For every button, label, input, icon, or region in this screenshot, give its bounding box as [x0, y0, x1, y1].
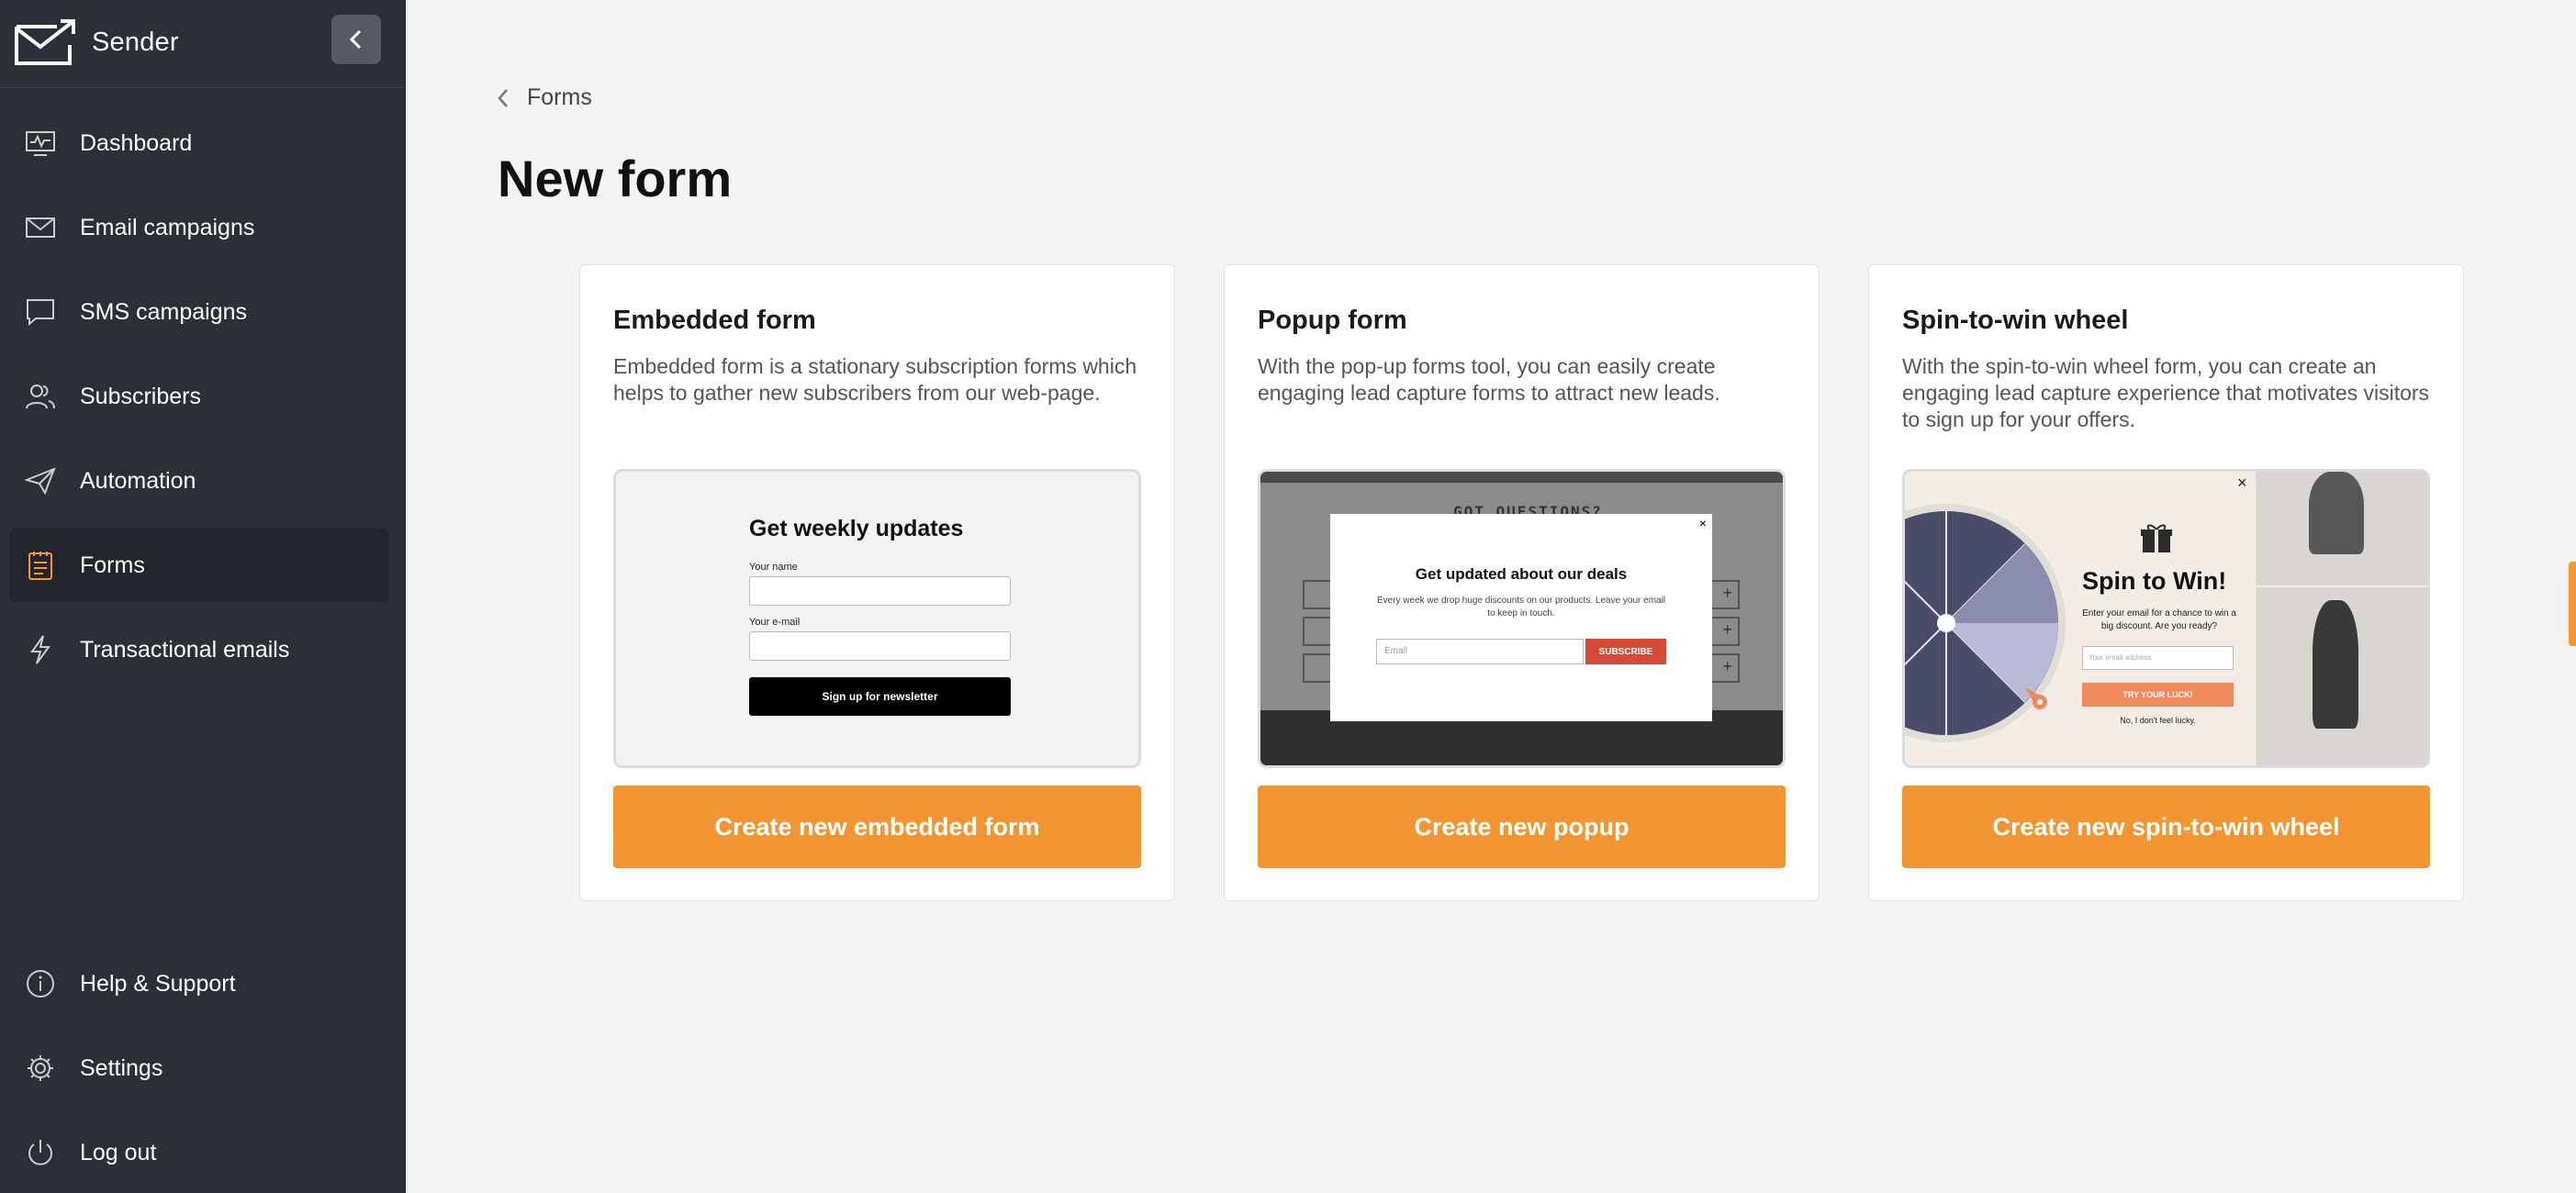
sidebar-item-label: Forms [80, 552, 145, 578]
chat-icon [24, 295, 57, 329]
popup-form-card: Popup form With the pop-up forms tool, y… [1224, 264, 1820, 901]
sidebar-item-label: Dashboard [80, 129, 193, 156]
lightning-icon [24, 633, 57, 666]
preview-subscribe-button: SUBSCRIBE [1585, 639, 1666, 664]
embedded-form-preview: Get weekly updates Your name Your e-mail… [613, 469, 1141, 768]
preview-email-label: Your e-mail [749, 617, 801, 628]
sidebar-item-automation[interactable]: Automation [9, 444, 389, 518]
brand-name: Sender [92, 27, 179, 57]
preview-email-input: Your email address [2082, 646, 2234, 670]
close-icon: × [1698, 516, 1707, 530]
preview-decline-link: No, I don't feel lucky. [2120, 716, 2196, 725]
embedded-form-card: Embedded form Embedded form is a station… [579, 264, 1175, 901]
card-title: Embedded form [613, 306, 816, 335]
preview-background-header [1260, 472, 1783, 483]
preview-popup-modal: × Get updated about our deals Every week… [1330, 514, 1712, 721]
grid-divider [2254, 472, 2256, 765]
card-title: Spin-to-win wheel [1902, 306, 2129, 335]
sidebar-item-help-support[interactable]: Help & Support [9, 947, 389, 1020]
page-title: New form [498, 150, 733, 207]
preview-name-label: Your name [749, 562, 798, 573]
feedback-tab[interactable] [2569, 562, 2576, 646]
spin-to-win-card: Spin-to-win wheel With the spin-to-win w… [1868, 264, 2464, 901]
sidebar-item-label: SMS campaigns [80, 298, 248, 325]
preview-text: Every week we drop huge discounts on our… [1376, 596, 1666, 619]
create-embedded-form-button[interactable]: Create new embedded form [613, 786, 1141, 868]
info-icon [24, 967, 57, 1000]
users-icon [24, 380, 57, 413]
chevron-left-icon [498, 88, 508, 107]
preview-heading: Get updated about our deals [1415, 565, 1628, 583]
sidebar-item-label: Help & Support [80, 970, 236, 997]
card-description: Embedded form is a stationary subscripti… [613, 354, 1137, 405]
preview-email-input: Email [1376, 639, 1584, 664]
preview-heading: Spin to Win! [2082, 567, 2227, 595]
product-image [2313, 600, 2358, 729]
paper-plane-icon [24, 464, 57, 497]
sidebar-item-label: Log out [80, 1139, 157, 1165]
grid-divider [2254, 585, 2427, 587]
sidebar-item-label: Settings [80, 1054, 163, 1081]
spin-to-win-preview: × Spin to Win! Enter your email for a ch… [1902, 469, 2430, 768]
create-spin-to-win-button[interactable]: Create new spin-to-win wheel [1902, 786, 2430, 868]
product-image [2309, 472, 2364, 554]
sidebar-item-transactional-emails[interactable]: Transactional emails [9, 613, 389, 686]
envelope-icon [24, 211, 57, 244]
card-description: With the pop-up forms tool, you can easi… [1258, 354, 1720, 405]
breadcrumb[interactable]: Forms [496, 84, 592, 111]
close-icon: × [2237, 474, 2247, 492]
brand[interactable]: Sender [13, 15, 179, 70]
preview-text: Enter your email for a chance to win a b… [2082, 608, 2236, 631]
sidebar-item-log-out[interactable]: Log out [9, 1116, 389, 1189]
card-description: With the spin-to-win wheel form, you can… [1902, 354, 2430, 431]
collapse-sidebar-button[interactable] [331, 15, 381, 64]
gift-icon [2141, 524, 2172, 552]
sender-logo-icon [15, 19, 75, 65]
sidebar-item-label: Transactional emails [80, 636, 290, 663]
sidebar-item-email-campaigns[interactable]: Email campaigns [9, 191, 389, 264]
dashboard-icon [24, 127, 57, 160]
sidebar: Sender Dashboard Email campaigns SMS cam… [0, 0, 406, 1193]
preview-name-input [749, 576, 1011, 606]
sidebar-divider [0, 87, 406, 88]
sidebar-item-settings[interactable]: Settings [9, 1031, 389, 1105]
power-icon [24, 1136, 57, 1169]
sidebar-item-sms-campaigns[interactable]: SMS campaigns [9, 275, 389, 349]
sidebar-item-forms[interactable]: Forms [9, 529, 389, 602]
popup-form-preview: GOT QUESTIONS? + + + × Get updated about… [1258, 469, 1786, 768]
sidebar-item-subscribers[interactable]: Subscribers [9, 360, 389, 433]
preview-signup-button: Sign up for newsletter [749, 677, 1011, 716]
preview-email-input [749, 631, 1011, 661]
preview-try-luck-button: TRY YOUR LUCK! [2082, 683, 2234, 707]
gear-icon [24, 1052, 57, 1085]
spin-pointer-icon [2024, 686, 2047, 709]
sidebar-item-label: Automation [80, 467, 196, 494]
chevron-left-icon [349, 29, 362, 50]
create-popup-button[interactable]: Create new popup [1258, 786, 1786, 868]
sidebar-item-label: Email campaigns [80, 214, 255, 240]
sidebar-item-dashboard[interactable]: Dashboard [9, 106, 389, 180]
card-title: Popup form [1258, 306, 1407, 335]
sidebar-item-label: Subscribers [80, 383, 201, 409]
breadcrumb-forms-link[interactable]: Forms [527, 84, 592, 111]
form-icon [24, 549, 57, 582]
preview-product-grid [2254, 472, 2427, 765]
preview-heading: Get weekly updates [749, 516, 964, 541]
